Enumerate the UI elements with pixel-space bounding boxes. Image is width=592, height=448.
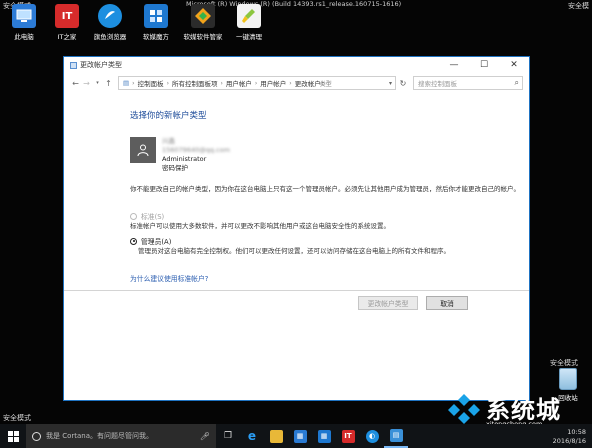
administrator-label[interactable]: 管理员(A) [141, 236, 171, 246]
cortana-placeholder: 我是 Cortana。有问题尽管问我。 [46, 432, 154, 440]
start-button[interactable] [0, 424, 26, 448]
intro-text: 你不能更改自己的帐户类型，因为你在这台电脑上只有这一个管理员帐户。必须先让其他用… [130, 185, 520, 193]
desktop-icon-ruanmei-cube[interactable]: 软媒魔方 [133, 4, 179, 41]
desktop-icon-this-pc[interactable]: 此电脑 [1, 4, 47, 41]
back-arrow-icon[interactable]: ← [70, 79, 81, 88]
cortana-icon [32, 431, 41, 441]
breadcrumb-user-accounts[interactable]: 用户帐户 [226, 78, 252, 88]
change-account-type-button[interactable]: 更改帐户类型 [358, 296, 418, 310]
close-button[interactable]: ✕ [499, 57, 529, 73]
file-explorer-icon[interactable] [264, 424, 288, 448]
cube-icon [144, 4, 168, 28]
fish-browser-icon[interactable]: ◐ [360, 424, 384, 448]
standard-option: 标准(S) [130, 211, 164, 221]
page-title: 选择你的新帐户类型 [130, 111, 207, 121]
refresh-icon[interactable]: ↻ [396, 79, 410, 88]
task-view-icon[interactable]: ❐ [216, 424, 240, 448]
windows-logo-icon [7, 430, 19, 442]
recycle-bin-icon [559, 368, 577, 390]
forward-arrow-icon[interactable]: → [81, 79, 92, 88]
safe-mode-label-right: 安全模式 [550, 359, 578, 367]
recent-dropdown-icon[interactable]: ▾ [92, 80, 103, 86]
desktop-icon-label: 一键清理 [236, 33, 262, 41]
edge-icon[interactable]: e [240, 424, 264, 448]
control-panel-icon [70, 61, 77, 69]
standard-description: 标准帐户可以使用大多数软件，并可以更改不影响其他用户或这台电脑安全性的系统设置。 [130, 222, 390, 230]
clock-time: 10:58 [567, 428, 586, 436]
account-role: Administrator [162, 155, 207, 163]
change-account-type-window: 更改帐户类型 — ☐ ✕ ← → ▾ ↑ ▤ › 控制面板 › 所有控制面板项 … [63, 56, 530, 401]
administrator-radio[interactable] [130, 237, 137, 245]
safe-mode-label-bottom-left: 安全模式 [3, 414, 31, 422]
search-placeholder: 搜索控制面板 [418, 80, 457, 88]
watermark: 系统城 xitongcheng.com [446, 390, 561, 428]
maximize-button[interactable]: ☐ [469, 57, 499, 73]
up-arrow-icon[interactable]: ↑ [103, 79, 114, 88]
desktop-icon-label: 软媒魔方 [143, 33, 169, 41]
control-panel-icon[interactable]: ▤ [384, 424, 408, 448]
desktop-icon-label: 旗鱼浏览器 [93, 33, 127, 41]
standard-radio [130, 212, 137, 220]
administrator-option[interactable]: 管理员(A) [130, 236, 171, 246]
breadcrumb-control-panel[interactable]: 控制面板 [138, 78, 164, 88]
footer-divider [64, 290, 529, 291]
taskbar: 我是 Cortana。有问题尽管问我。 🎤︎ ❐ e ▦ ▦ IT ◐ ▤ 10… [0, 424, 592, 448]
desktop-icon-label: 此电脑 [14, 33, 34, 41]
user-avatar-icon [130, 137, 156, 163]
ruanmei-cube-icon[interactable]: ▦ [312, 424, 336, 448]
desktop-icon-cleanup[interactable]: 一键清理 [226, 4, 272, 41]
address-root-icon: ▤ [123, 79, 130, 87]
store-icon[interactable]: ▦ [288, 424, 312, 448]
search-icon: ⌕ [514, 78, 519, 87]
watermark-logo-icon [448, 393, 480, 424]
navigation-bar: ← → ▾ ↑ ▤ › 控制面板 › 所有控制面板项 › 用户帐户 › 用户帐户… [70, 75, 523, 91]
system-clock[interactable]: 10:58 2016/8/16 [553, 428, 586, 446]
computer-icon [12, 4, 36, 28]
cancel-button[interactable]: 取消 [426, 296, 468, 310]
desktop-icon-ithome[interactable]: IT IT之家 [44, 4, 90, 41]
desktop-icon-label: IT之家 [57, 33, 77, 41]
desktop-icon-software-manager[interactable]: 软媒软件管家 [180, 4, 226, 41]
breadcrumb-change-account[interactable]: 更改帐户 [295, 78, 321, 88]
cleanup-icon [237, 4, 261, 28]
safe-mode-label-top-right: 安全模 [568, 2, 589, 10]
search-input[interactable]: 搜索控制面板 ⌕ [413, 76, 523, 90]
administrator-description: 管理员对这台电脑有完全控制权。他们可以更改任何设置，还可以访问存储在这台电脑上的… [138, 247, 450, 255]
software-manager-icon [191, 4, 215, 28]
why-standard-link[interactable]: 为什么建议使用标准帐户? [130, 273, 208, 283]
microphone-icon[interactable]: 🎤︎ [200, 432, 210, 441]
standard-label: 标准(S) [141, 213, 165, 221]
breadcrumb-all-items[interactable]: 所有控制面板项 [172, 78, 218, 88]
cortana-search-box[interactable]: 我是 Cortana。有问题尽管问我。 🎤︎ [26, 424, 216, 448]
browser-icon [98, 4, 122, 28]
ithome-taskbar-icon[interactable]: IT [336, 424, 360, 448]
desktop-icon-fish-browser[interactable]: 旗鱼浏览器 [87, 4, 133, 41]
ithome-icon: IT [55, 4, 79, 28]
address-bar[interactable]: ▤ › 控制面板 › 所有控制面板项 › 用户帐户 › 用户帐户 › 更改帐户 … [118, 76, 396, 90]
window-title: 更改帐户类型 [80, 61, 122, 69]
clock-date: 2016/8/16 [552, 437, 586, 445]
account-card: 兴鑫 156079640@qq.com Administrator 密码保护 [130, 137, 230, 173]
address-dropdown-icon[interactable]: ▾ [389, 80, 392, 87]
window-titlebar: 更改帐户类型 — ☐ ✕ [64, 57, 529, 73]
account-protection: 密码保护 [162, 164, 188, 172]
account-name: 兴鑫 [162, 137, 175, 145]
minimize-button[interactable]: — [439, 57, 469, 73]
breadcrumb-user-accounts-2[interactable]: 用户帐户 [260, 78, 286, 88]
account-email: 156079640@qq.com [162, 146, 230, 154]
desktop-icon-label: 软媒软件管家 [183, 33, 223, 41]
